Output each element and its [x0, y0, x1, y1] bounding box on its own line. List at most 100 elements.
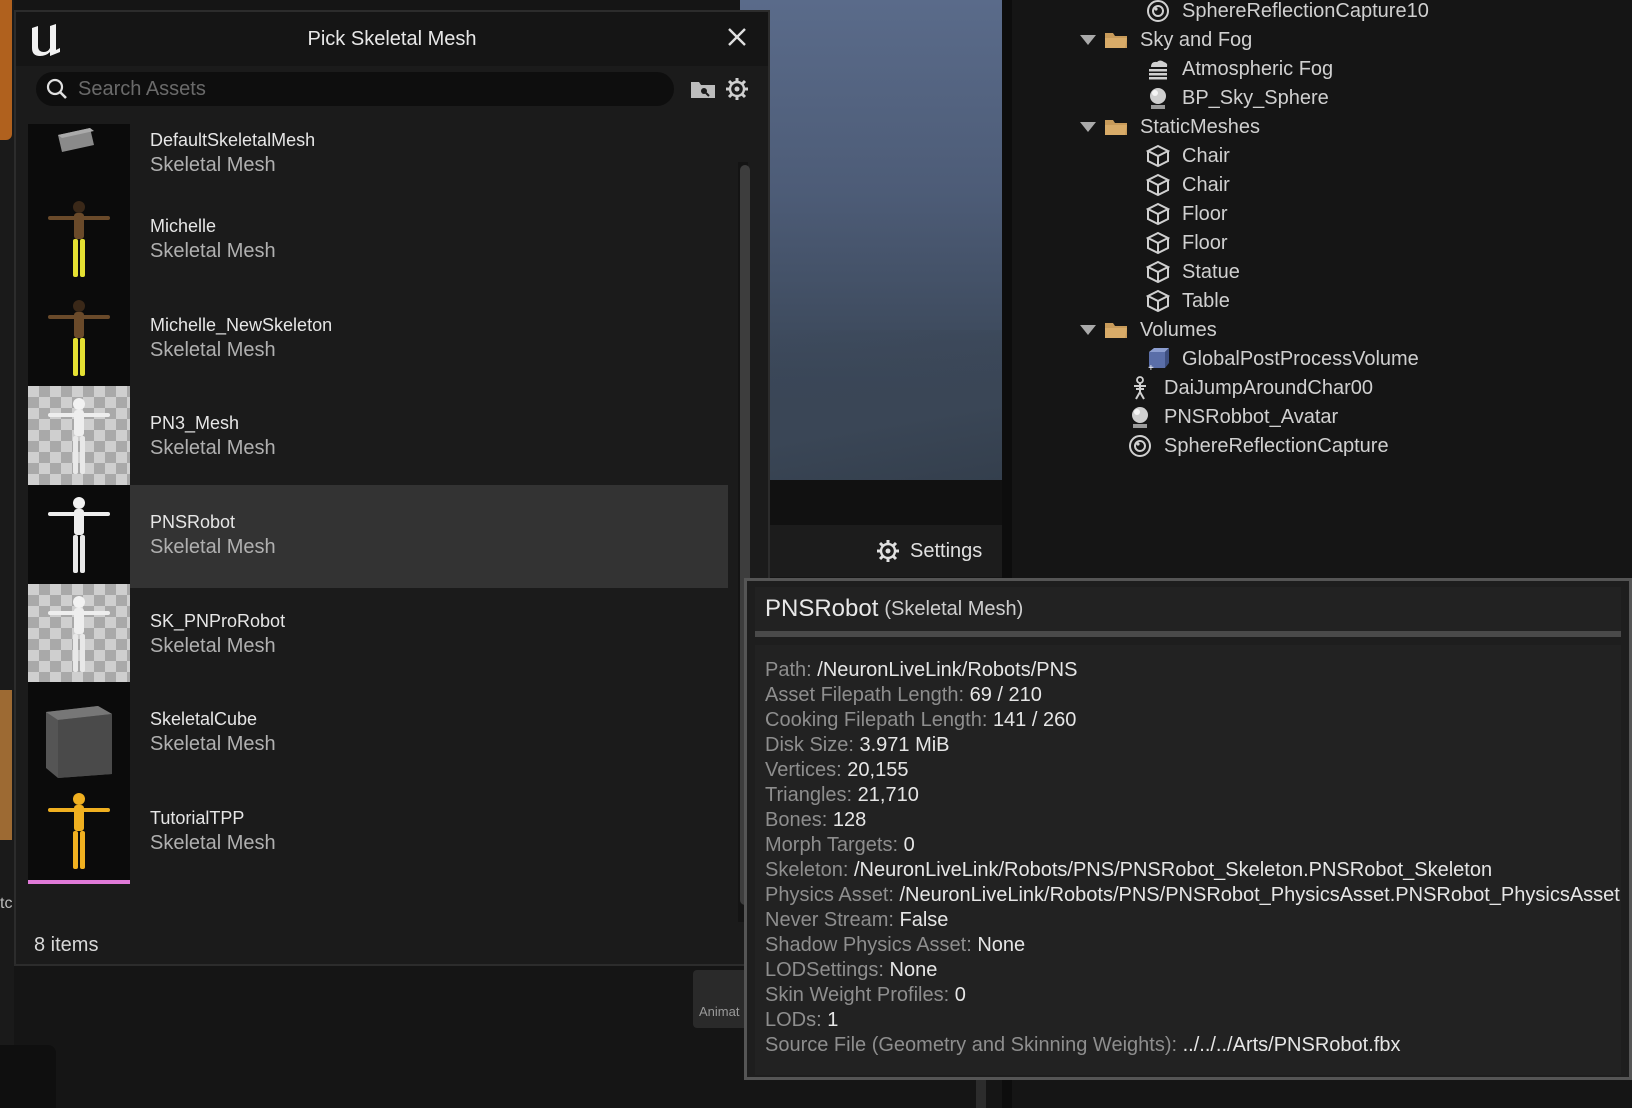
tooltip-property-value: 1	[827, 1009, 839, 1031]
expand-arrow-icon[interactable]	[1080, 122, 1096, 132]
asset-name: SkeletalCube	[150, 709, 258, 729]
asset-name: PNSRobot	[150, 512, 236, 532]
tooltip-property-value: /NeuronLiveLink/Robots/PNS/PNSRobot_Skel…	[853, 859, 1493, 881]
outliner-item[interactable]: Sky and Fog	[1080, 25, 1252, 55]
outliner-item[interactable]: BP_Sky_Sphere	[1146, 83, 1329, 113]
viewport-gap	[740, 480, 1002, 525]
tooltip-property-row: LODSettings: None	[765, 959, 937, 982]
asset-name: PN3_Mesh	[150, 413, 240, 433]
outliner-item[interactable]: + GlobalPostProcessVolume	[1146, 344, 1419, 374]
asset-row[interactable]: PN3_Mesh Skeletal Mesh	[28, 386, 728, 489]
tooltip-property-row: Bones: 128	[765, 809, 866, 832]
asset-type: Skeletal Mesh	[150, 437, 276, 459]
search-box	[36, 72, 674, 106]
outliner-item[interactable]: SphereReflectionCapture	[1128, 431, 1389, 461]
search-input[interactable]	[76, 76, 640, 102]
asset-thumbnail	[28, 584, 130, 687]
expand-arrow-icon[interactable]	[1080, 35, 1096, 45]
asset-row[interactable]: Michelle Skeletal Mesh	[28, 189, 728, 292]
outliner-item[interactable]: Atmospheric Fog	[1146, 54, 1333, 84]
tooltip-property-key: Shadow Physics Asset:	[765, 934, 972, 956]
outliner-item[interactable]: StaticMeshes	[1080, 112, 1260, 142]
outliner-item[interactable]: Chair	[1146, 141, 1230, 171]
animation-tab-label: Animat	[699, 1004, 740, 1019]
outliner-item-label: SphereReflectionCapture10	[1182, 0, 1429, 22]
asset-type: Skeletal Mesh	[150, 339, 276, 361]
svg-text:+: +	[1148, 363, 1154, 371]
outliner-item-label: Sky and Fog	[1140, 28, 1253, 51]
outliner-item-label: Statue	[1182, 260, 1240, 283]
pick-skeletal-mesh-dialog: Pick Skeletal Mesh Search Assets Default…	[14, 10, 770, 966]
fog-icon	[1146, 57, 1170, 81]
outliner-item[interactable]: Chair	[1146, 170, 1230, 200]
reflection-capture-icon	[1146, 0, 1170, 23]
settings-button[interactable]: Settings	[876, 536, 982, 566]
asset-type: Skeletal Mesh	[150, 536, 276, 558]
close-button[interactable]	[724, 26, 750, 52]
asset-list[interactable]: DefaultSkeletalMesh Skeletal Mesh Michelle…	[28, 124, 746, 920]
asset-type: Skeletal Mesh	[150, 240, 276, 262]
tooltip-property-value: 69 / 210	[969, 684, 1042, 706]
unreal-logo-icon	[32, 24, 60, 56]
tooltip-property-value: 0	[903, 834, 915, 856]
dialog-title: Pick Skeletal Mesh	[307, 27, 477, 50]
outliner-item[interactable]: Floor	[1146, 199, 1228, 229]
outliner-item-label: GlobalPostProcessVolume	[1182, 347, 1419, 370]
expand-arrow-icon[interactable]	[1080, 325, 1096, 335]
asset-name: DefaultSkeletalMesh	[150, 130, 316, 150]
outliner-item[interactable]: DaiJumpAroundChar00	[1128, 373, 1373, 403]
tooltip-property-row: LODs: 1	[765, 1009, 838, 1032]
asset-thumbnail	[28, 124, 130, 193]
asset-type: Skeletal Mesh	[150, 832, 276, 854]
tooltip-property-row: Disk Size: 3.971 MiB	[765, 734, 950, 757]
browse-folder-button[interactable]	[688, 72, 718, 106]
outliner-item-label: Floor	[1182, 231, 1228, 254]
splitter-handle[interactable]	[976, 1080, 986, 1108]
outliner-item[interactable]: Volumes	[1080, 315, 1217, 345]
tooltip-header: PNSRobot (Skeletal Mesh)	[755, 587, 1621, 637]
folder-browse-icon	[691, 82, 715, 98]
asset-name: Michelle_NewSkeleton	[150, 315, 333, 335]
asset-row[interactable]: SkeletalCube Skeletal Mesh	[28, 682, 728, 785]
tooltip-property-row: Never Stream: False	[765, 909, 948, 932]
tooltip-property-value: 0	[954, 984, 966, 1006]
tooltip-property-key: Morph Targets:	[765, 834, 899, 856]
outliner-item-label: SphereReflectionCapture	[1164, 434, 1389, 457]
asset-thumbnail	[28, 781, 130, 884]
left-panel-cut-text: tc	[0, 895, 13, 912]
outliner-item[interactable]: SphereReflectionCapture10	[1146, 0, 1429, 26]
left-panel-accent	[0, 0, 12, 140]
outliner-item-label: Chair	[1182, 173, 1230, 196]
outliner-item-label: DaiJumpAroundChar00	[1164, 376, 1374, 399]
tooltip-property-key: LODSettings:	[765, 959, 884, 981]
asset-name: Michelle	[150, 216, 217, 236]
asset-row[interactable]: PNSRobot Skeletal Mesh	[28, 485, 728, 588]
static-mesh-icon	[1146, 231, 1170, 255]
tooltip-property-key: Disk Size:	[765, 734, 854, 756]
skeletal-actor-icon	[1128, 376, 1152, 400]
asset-thumbnail	[28, 485, 130, 588]
outliner-item[interactable]: Statue	[1146, 257, 1240, 287]
tooltip-property-value: /NeuronLiveLink/Robots/PNS/PNSRobot_Phys…	[899, 884, 1620, 906]
asset-row[interactable]: Michelle_NewSkeleton Skeletal Mesh	[28, 288, 728, 391]
tooltip-property-row: Source File (Geometry and Skinning Weigh…	[765, 1034, 1400, 1057]
asset-row[interactable]: SK_PNProRobot Skeletal Mesh	[28, 584, 728, 687]
outliner-item[interactable]: PNSRobbot_Avatar	[1128, 402, 1338, 432]
folder-icon	[1104, 115, 1128, 139]
tooltip-property-value: None	[889, 959, 938, 981]
tooltip-property-key: Cooking Filepath Length:	[765, 709, 988, 731]
asset-thumbnail	[28, 386, 130, 489]
tooltip-property-row: Cooking Filepath Length: 141 / 260	[765, 709, 1076, 732]
tooltip-property-value: None	[977, 934, 1026, 956]
gear-icon	[877, 540, 899, 562]
tooltip-property-value: 20,155	[847, 759, 909, 781]
tooltip-property-value: /NeuronLiveLink/Robots/PNS	[817, 659, 1078, 681]
tooltip-property-value: 3.971 MiB	[859, 734, 950, 756]
outliner-item[interactable]: Table	[1146, 286, 1230, 316]
dialog-title-bar[interactable]: Pick Skeletal Mesh	[16, 12, 768, 66]
outliner-item[interactable]: Floor	[1146, 228, 1228, 258]
asset-row[interactable]: TutorialTPP Skeletal Mesh	[28, 781, 728, 884]
view-options-button[interactable]	[722, 72, 752, 106]
static-mesh-icon	[1146, 202, 1170, 226]
asset-row[interactable]: DefaultSkeletalMesh Skeletal Mesh	[28, 124, 728, 193]
